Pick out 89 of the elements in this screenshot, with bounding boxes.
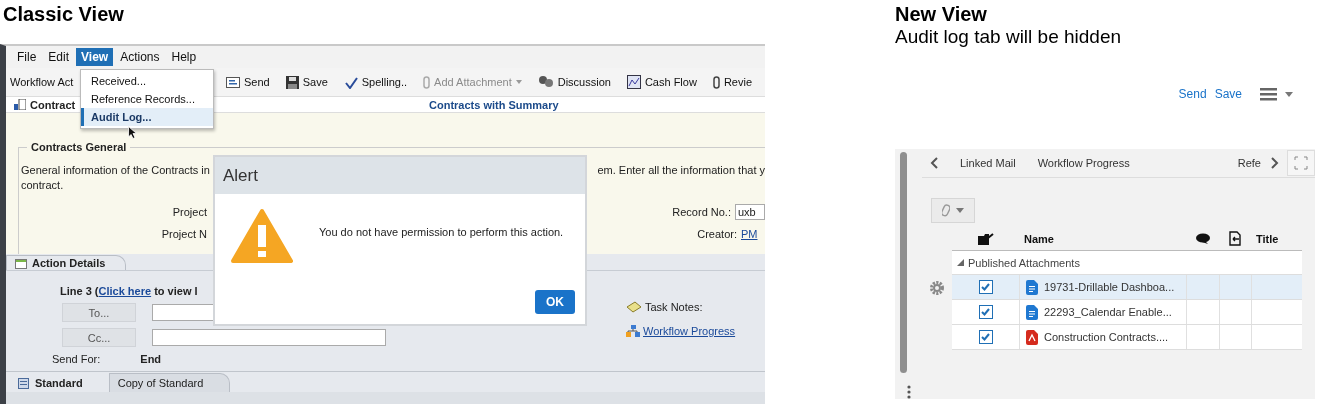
spell-check-icon [343, 75, 358, 89]
toolbar-button[interactable]: Spelling.. [343, 75, 408, 89]
file-name[interactable]: Construction Contracts.... [1044, 331, 1169, 343]
note-icon [626, 301, 642, 313]
tab[interactable]: Workflow Progress [1037, 157, 1130, 169]
toolbar-button[interactable]: Revie [712, 75, 752, 89]
expand-icon [1294, 156, 1308, 170]
caret-icon[interactable] [1285, 91, 1293, 97]
action-link[interactable]: Save [1214, 87, 1242, 101]
warning-icon [231, 208, 293, 264]
checkbox[interactable] [978, 280, 993, 294]
menu-icon[interactable] [1260, 87, 1277, 101]
hierarchy-icon [626, 325, 640, 337]
group-label: Published Attachments [968, 256, 1080, 269]
import-icon [1229, 231, 1241, 246]
field-label: Record No.: [672, 206, 731, 218]
cc-field[interactable] [152, 329, 386, 346]
description-text: contract. [21, 179, 65, 191]
more-icon[interactable] [906, 385, 911, 399]
tab[interactable]: Linked Mail [960, 157, 1016, 169]
task-notes-label: Task Notes: [645, 301, 703, 313]
table-row[interactable]: Construction Contracts.... [952, 325, 1302, 350]
tab[interactable]: Refe [1237, 157, 1261, 169]
toolbar-button[interactable]: Discussion [537, 75, 611, 89]
to-button[interactable]: To... [62, 303, 136, 322]
cc-button[interactable]: Cc... [62, 328, 136, 347]
record-title: Contract [30, 98, 76, 111]
menu-item[interactable]: Audit Log... [81, 108, 213, 126]
column-header: Name [1023, 231, 1055, 247]
chevron-left-icon[interactable] [930, 157, 938, 169]
triangle-icon [957, 259, 964, 266]
chevron-right-icon[interactable] [1271, 157, 1279, 169]
menu-item[interactable]: View [76, 48, 114, 66]
action-link[interactable]: Send [1178, 87, 1207, 101]
record-number-field[interactable]: uxb [735, 204, 765, 220]
bottom-tab[interactable]: Copy of Standard [108, 373, 231, 392]
field-label: Project N [160, 228, 207, 240]
section-tab[interactable]: Action Details [6, 255, 127, 270]
menu-item[interactable]: Reference Records... [81, 90, 213, 108]
page-title: Contracts with Summary [429, 98, 559, 111]
document-icon [1026, 304, 1038, 320]
calendar-icon [15, 257, 27, 269]
paperclip-icon [712, 75, 720, 89]
menu-item[interactable]: Received... [81, 72, 213, 90]
settings-icon[interactable] [930, 280, 944, 295]
file-name[interactable]: 22293_Calendar Enable... [1044, 306, 1172, 318]
creator-link[interactable]: PM [741, 228, 765, 240]
section-heading: Classic View [2, 2, 125, 27]
caret-icon [956, 208, 964, 213]
subheading: Audit log tab will be hidden [895, 26, 1123, 48]
field-label: Send For: [52, 353, 101, 365]
menu-item[interactable]: Actions [115, 48, 165, 66]
menu-item[interactable]: Edit [43, 48, 75, 66]
column-header: Title [1255, 231, 1280, 247]
click-here-link[interactable]: Click here [98, 285, 152, 297]
checkbox[interactable] [978, 330, 993, 344]
dialog-title: Alert [215, 157, 585, 194]
field-label: Project [171, 206, 207, 218]
toolbar-button[interactable]: Save [285, 75, 328, 89]
checkbox[interactable] [978, 305, 993, 319]
pdf-icon [1026, 329, 1038, 345]
workflow-progress-link[interactable]: Workflow Progress [643, 325, 736, 337]
file-name[interactable]: 19731-Drillable Dashboa... [1044, 281, 1175, 293]
group-row[interactable]: Published Attachments [952, 251, 1302, 275]
section-legend: Contracts General [27, 141, 131, 153]
table-row[interactable]: 22293_Calendar Enable... [952, 300, 1302, 325]
to-field[interactable] [152, 304, 214, 321]
table-row[interactable]: 19731-Drillable Dashboa... [952, 275, 1302, 300]
document-icon [1026, 279, 1038, 295]
caret-icon [515, 80, 522, 84]
toolbar-button[interactable]: Cash Flow [626, 75, 697, 89]
field-value: End [140, 353, 162, 365]
menu-item[interactable]: File [12, 48, 42, 66]
people-icon [537, 75, 554, 89]
description-text: em. Enter all the information that y [597, 164, 765, 176]
chart-icon [626, 75, 641, 89]
paperclip-icon [423, 75, 431, 89]
comment-icon [1195, 233, 1210, 244]
envelope-icon [226, 76, 240, 88]
folder-icon [977, 232, 994, 245]
description-text: General information of the Contracts in [21, 164, 210, 176]
toolbar-button[interactable]: Send [226, 76, 270, 88]
field-label: Creator: [697, 228, 737, 240]
alert-message: You do not have permission to perform this action. [319, 226, 564, 238]
menu-item[interactable]: Help [166, 48, 202, 66]
ok-button[interactable]: OK [535, 290, 575, 314]
list-icon [18, 377, 29, 389]
section-heading: New View [895, 2, 988, 26]
paperclip-icon [942, 204, 950, 217]
